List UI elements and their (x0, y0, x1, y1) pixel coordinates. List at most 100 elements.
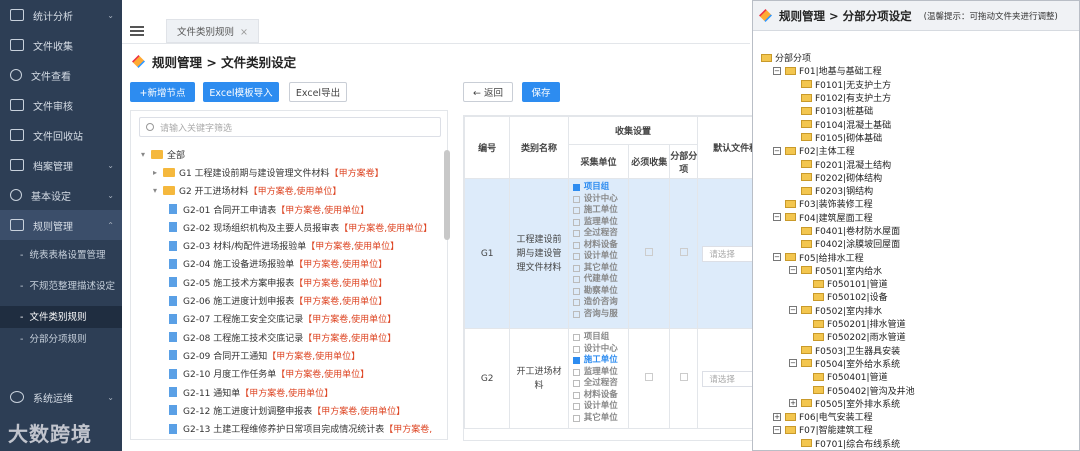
checkbox-icon[interactable] (572, 195, 580, 203)
tree-node[interactable]: G2-11 通知单 【甲方案卷,使用单位】 (141, 383, 441, 401)
tree-node[interactable]: G2-07 工程施工安全交底记录 【甲方案卷,使用单位】 (141, 310, 441, 328)
unit-checkbox[interactable]: 其它单位 (572, 413, 625, 425)
tree-node[interactable]: ▸ G1 工程建设前期与建设管理文件材料 【甲方案卷】 (141, 163, 441, 181)
subdivision-node[interactable]: − F07|智能建筑工程 (761, 423, 915, 436)
checkbox-icon[interactable] (572, 368, 580, 376)
subdivision-node[interactable]: F0103|桩基础 (761, 104, 915, 117)
tree-node[interactable]: G2-04 施工设备进场报验单 【甲方案卷,使用单位】 (141, 255, 441, 273)
sidebar-item-7[interactable]: 规则管理 ⌃ (0, 210, 122, 240)
unit-checkbox[interactable]: 造价咨询 (572, 297, 625, 309)
checkbox-icon[interactable] (645, 248, 654, 256)
default-type-select[interactable]: 请选择 (702, 370, 752, 387)
collapse-icon[interactable]: − (773, 253, 781, 262)
subdivision-node[interactable]: F0102|有支护土方 (761, 91, 915, 104)
subdivision-node[interactable]: + F0505|室外排水系统 (761, 397, 915, 410)
subdivision-node[interactable]: F0201|混凝土结构 (761, 157, 915, 171)
collapse-icon[interactable]: − (773, 146, 781, 155)
tree-node[interactable]: G2-01 合同开工申请表 【甲方案卷,使用单位】 (141, 200, 441, 218)
subdivision-node[interactable]: − F0502|室内排水 (761, 304, 915, 317)
sidebar-subitem-1[interactable]: 不规范整理描述设定 (0, 266, 122, 306)
collapse-icon[interactable]: − (789, 359, 797, 368)
checkbox-icon[interactable] (572, 287, 580, 295)
table-row[interactable]: G2 开工进场材料 项目组 设计中心 施工单位 监理单位 全过程咨 材料设备 设计单位 其它单位请… (464, 328, 752, 429)
sidebar-item-3[interactable]: 文件审核 (0, 90, 122, 120)
checkbox-icon[interactable] (572, 276, 580, 284)
checkbox-icon[interactable] (572, 241, 580, 249)
unit-checkbox[interactable]: 其它单位 (572, 263, 625, 275)
unit-checkbox[interactable]: 施工单位 (572, 355, 625, 367)
collapse-icon[interactable]: − (773, 66, 781, 75)
checkbox-icon[interactable] (572, 230, 580, 238)
checkbox-icon[interactable] (572, 391, 580, 399)
sidebar-subitem-0[interactable]: 统表表格设置管理 (0, 244, 122, 266)
chevron-right-icon[interactable]: ▸ (153, 168, 163, 177)
checkbox-icon[interactable] (572, 299, 580, 307)
subdivision-node[interactable]: F050102|设备 (761, 290, 915, 303)
unit-checkbox[interactable]: 全过程咨 (572, 228, 625, 240)
tree-node[interactable]: G2-10 月度工作任务单 【甲方案卷,使用单位】 (141, 365, 441, 383)
subdivision-node[interactable]: F050401|管道 (761, 370, 915, 383)
sidebar-item-ops[interactable]: 系统运维 ⌄ (0, 382, 122, 412)
collapse-icon[interactable]: − (773, 213, 781, 222)
unit-checkbox[interactable]: 监理单位 (572, 367, 625, 379)
checkbox-icon[interactable] (572, 380, 580, 388)
subdivision-node[interactable]: F0503|卫生器具安装 (761, 344, 915, 357)
unit-checkbox[interactable]: 咨询与服 (572, 309, 625, 321)
subdivision-node[interactable]: F0701|综合布线系统 (761, 437, 915, 450)
unit-checkbox[interactable]: 设计单位 (572, 251, 625, 263)
checkbox-icon[interactable] (572, 310, 580, 318)
row-required[interactable] (628, 178, 671, 329)
tree-node[interactable]: G2-08 工程施工技术交底记录 【甲方案卷,使用单位】 (141, 328, 441, 346)
subdivision-node[interactable]: − F05|给排水工程 (761, 250, 915, 264)
subdivision-node[interactable]: F050101|管道 (761, 277, 915, 290)
subdivision-node[interactable]: F0203|钢结构 (761, 184, 915, 197)
unit-checkbox[interactable]: 项目组 (572, 182, 625, 194)
tree-node[interactable]: G2-05 施工技术方案申报表 【甲方案卷,使用单位】 (141, 273, 441, 291)
sidebar-subitem-2[interactable]: 文件类别规则 (0, 306, 122, 328)
subdivision-node[interactable]: F0101|无支护土方 (761, 78, 915, 91)
unit-checkbox[interactable]: 全过程咨 (572, 378, 625, 390)
excel-import-button[interactable]: Excel模板导入 (203, 82, 279, 102)
checkbox-icon[interactable] (645, 373, 654, 381)
subdivision-node[interactable]: F0104|混凝土基础 (761, 117, 915, 131)
checkbox-icon[interactable] (572, 345, 580, 353)
subdivision-node[interactable]: F0202|砌体结构 (761, 171, 915, 184)
subdivision-node[interactable]: − F0501|室内给水 (761, 264, 915, 277)
sidebar-item-2[interactable]: 文件查看 (0, 60, 122, 90)
tree-scrollbar[interactable] (444, 150, 450, 240)
checkbox-icon[interactable] (572, 253, 580, 261)
tree-node[interactable]: G2-09 合同开工通知 【甲方案卷,使用单位】 (141, 346, 441, 364)
sidebar-item-6[interactable]: 基本设定 ⌄ (0, 180, 122, 210)
tree-node[interactable]: G2-12 施工进度计划调整申报表 【甲方案卷,使用单位】 (141, 401, 441, 419)
checkbox-icon[interactable] (572, 414, 580, 422)
collapse-icon[interactable]: − (789, 266, 797, 275)
subdivision-node[interactable]: F050202|雨水管道 (761, 330, 915, 343)
checkbox-icon[interactable] (572, 207, 580, 215)
collapse-icon[interactable]: − (773, 425, 781, 434)
unit-checkbox[interactable]: 设计中心 (572, 194, 625, 206)
unit-checkbox[interactable]: 材料设备 (572, 390, 625, 402)
sidebar-item-0[interactable]: 统计分析 ⌄ (0, 0, 122, 30)
checkbox-icon[interactable] (572, 403, 580, 411)
checkbox-icon[interactable] (679, 248, 688, 256)
table-row[interactable]: G1 工程建设前期与建设管理文件材料 项目组 设计中心 施工单位 监理单位 全过程咨 材料设备… (464, 178, 752, 329)
tree-node[interactable]: ▾ G2 开工进场材料 【甲方案卷,使用单位】 (141, 182, 441, 200)
tree-root[interactable]: ▾ 全部 (141, 145, 441, 163)
checkbox-icon[interactable] (572, 264, 580, 272)
row-sub[interactable] (669, 178, 699, 329)
expand-icon[interactable]: + (773, 412, 781, 421)
sidebar-subitem-3[interactable]: 分部分项规则 (0, 328, 122, 350)
unit-checkbox[interactable]: 勘察单位 (572, 286, 625, 298)
expand-icon[interactable]: + (789, 399, 797, 408)
subdivision-node[interactable]: − F0504|室外给水系统 (761, 357, 915, 370)
unit-checkbox[interactable]: 代建单位 (572, 274, 625, 286)
unit-checkbox[interactable]: 设计中心 (572, 344, 625, 356)
subdivision-node[interactable]: F0401|卷材防水屋面 (761, 224, 915, 237)
unit-checkbox[interactable]: 材料设备 (572, 240, 625, 252)
subdivision-root[interactable]: 分部分项 (761, 51, 915, 64)
default-type-select[interactable]: 请选择 (702, 245, 752, 262)
tree-node[interactable]: G2-06 施工进度计划申报表 【甲方案卷,使用单位】 (141, 291, 441, 309)
checkbox-icon[interactable] (572, 184, 580, 192)
search-input[interactable]: 请输入关键字筛选 (139, 117, 441, 137)
sidebar-item-5[interactable]: 档案管理 ⌄ (0, 150, 122, 180)
